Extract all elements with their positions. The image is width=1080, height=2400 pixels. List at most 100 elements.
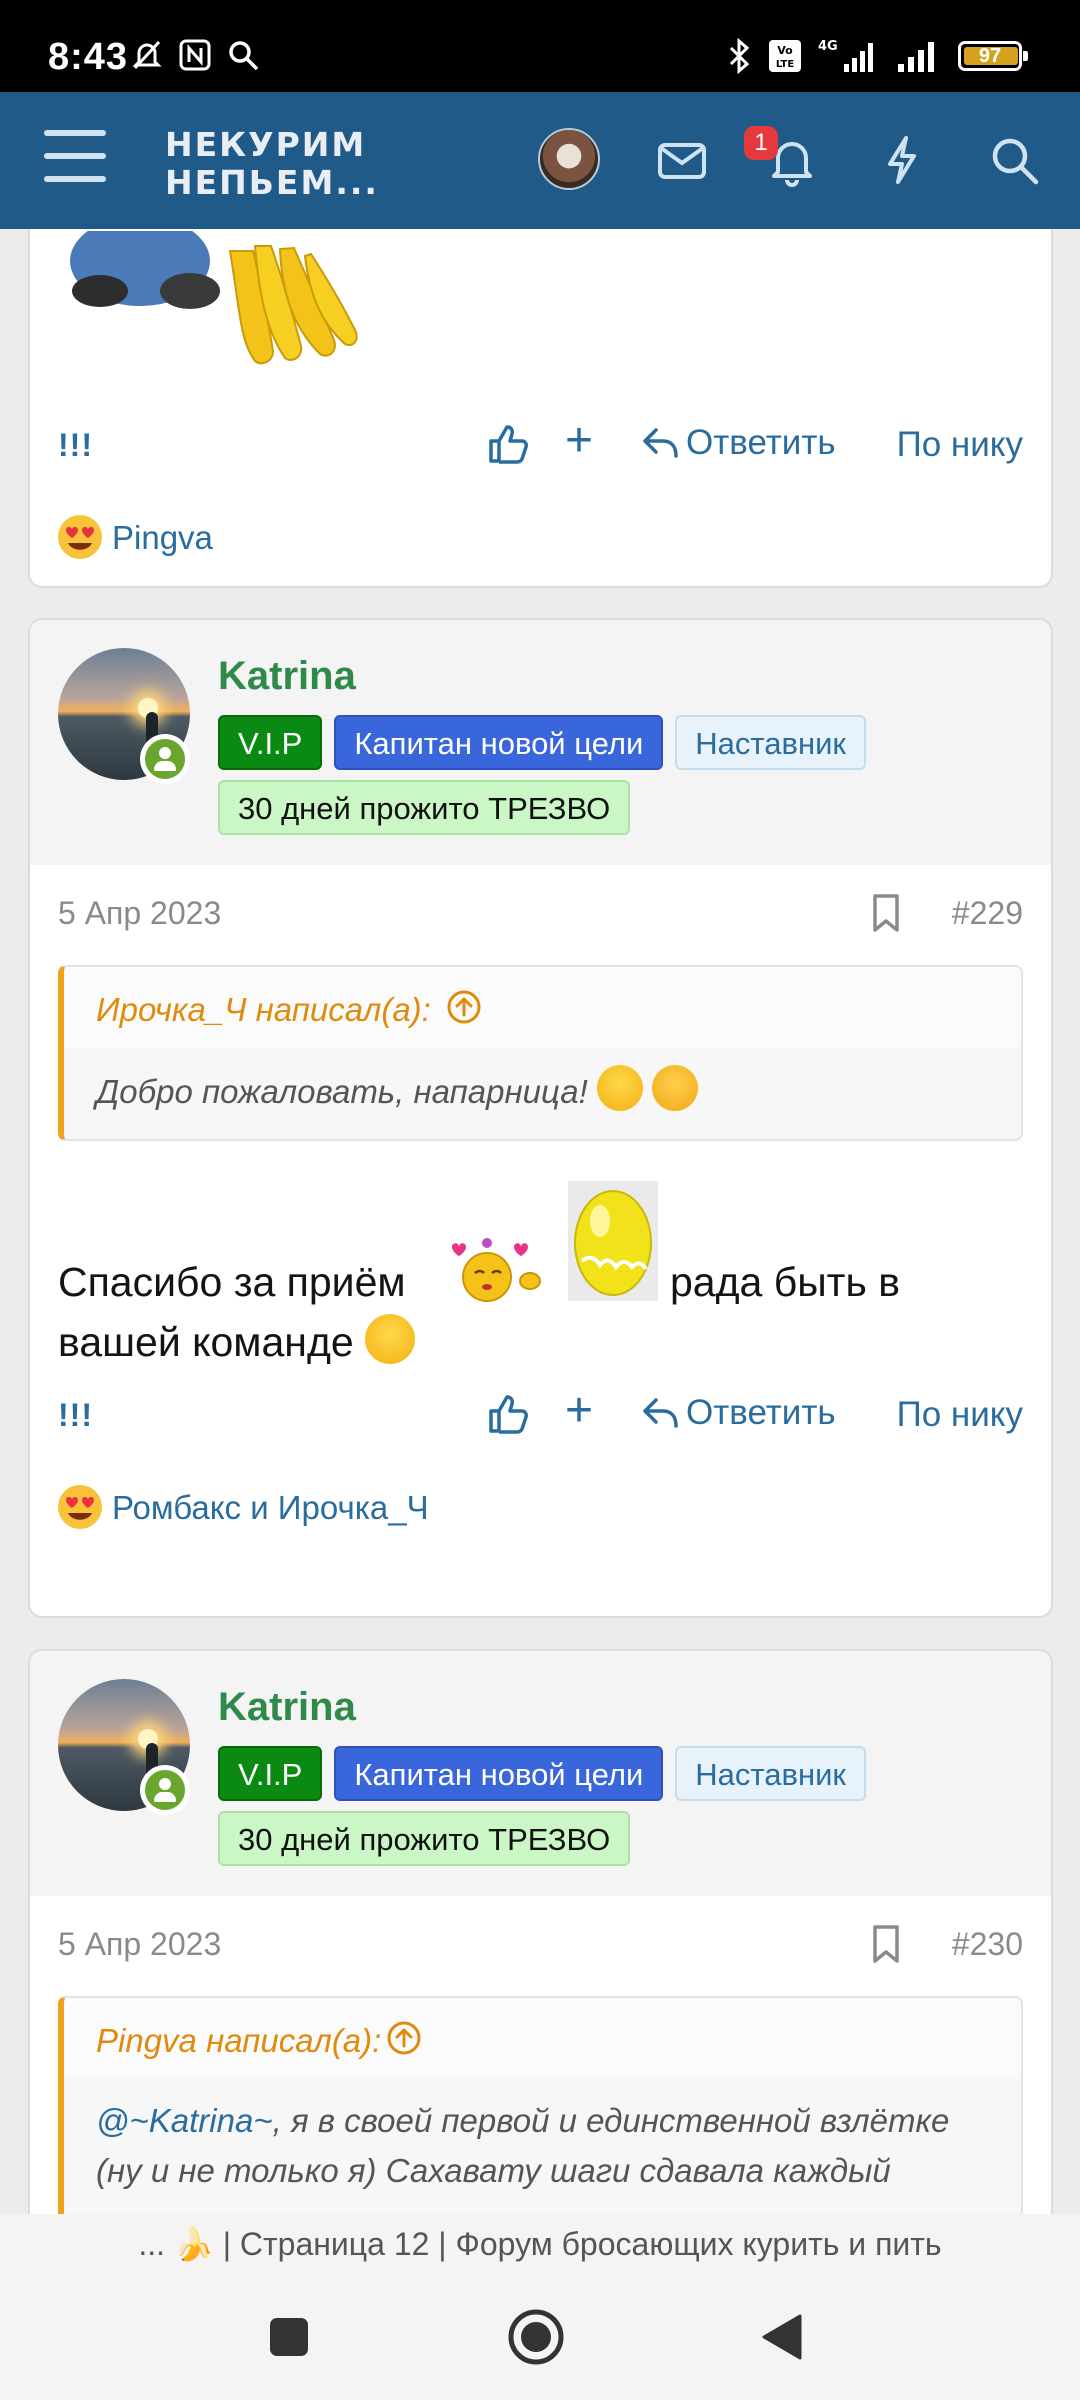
status-time: 8:43: [48, 36, 129, 78]
signal-4g-icon: 4G: [818, 39, 873, 72]
svg-text:Vo: Vo: [777, 44, 793, 57]
like-icon[interactable]: [485, 1391, 531, 1437]
reply-icon: [643, 1398, 678, 1428]
svg-text:LTE: LTE: [776, 59, 795, 70]
reaction-summary[interactable]: Ромбакс и Ирочка_Ч: [30, 1471, 1051, 1561]
user-avatar[interactable]: [538, 128, 600, 190]
reaction-users: Pingva: [112, 519, 213, 556]
post-message: Спасибо за приём рада быть в вашей коман…: [30, 1181, 1051, 1371]
back-icon[interactable]: [760, 2312, 804, 2362]
reply-button[interactable]: Ответить: [642, 423, 836, 463]
by-nick-button[interactable]: По нику: [897, 425, 1023, 465]
exclaim-button[interactable]: !!!: [58, 427, 93, 464]
arrow-up-circle-icon[interactable]: [446, 989, 482, 1025]
quote-text-line-2: (ну и не только я) Сахавату шаги сдавала…: [96, 2152, 891, 2189]
heart-eyes-emoji-icon: [58, 515, 102, 559]
status-right-icons: Vo LTE 4G 97: [724, 38, 1028, 74]
badge-30-days: 30 дней прожито ТРЕЗВО: [218, 1811, 631, 1866]
battery-icon: 97: [958, 41, 1028, 71]
by-nick-button[interactable]: По нику: [897, 1395, 1023, 1435]
post-author-header: Katrina V.I.P Капитан новой цели Наставн…: [30, 620, 1051, 865]
author-name[interactable]: Katrina: [218, 1685, 356, 1730]
badge-vip: V.I.P: [218, 1746, 323, 1801]
reply-label: Ответить: [686, 423, 836, 462]
post-meta: 5 Апр 2023 #230: [30, 1896, 1051, 1996]
quote-author[interactable]: Ирочка_Ч написал(а):: [96, 991, 431, 1029]
post-author-header: Katrina V.I.P Капитан новой цели Наставн…: [30, 1651, 1051, 1896]
author-badges: V.I.P Капитан новой цели Наставник 30 дн…: [218, 1746, 938, 1866]
post-meta: 5 Апр 2023 #229: [30, 865, 1051, 965]
recents-icon[interactable]: [268, 2316, 310, 2358]
quote-block: Pingva написал(а): @~Katrina~, я в своей…: [58, 1996, 1023, 2214]
svg-text:4G: 4G: [818, 39, 838, 54]
add-reaction-button[interactable]: +: [565, 413, 593, 468]
post-actions: !!! + Ответить По нику: [30, 401, 1051, 491]
message-line-1-start: Спасибо за приём: [58, 1259, 406, 1305]
mute-bell-icon: [132, 40, 162, 70]
quote-header: Pingva написал(а):: [64, 1998, 1021, 2078]
quote-header: Ирочка_Ч написал(а):: [64, 967, 1021, 1047]
add-reaction-button[interactable]: +: [565, 1383, 593, 1438]
post-number[interactable]: #230: [952, 1926, 1023, 1963]
quote-mention[interactable]: @~Katrina~: [96, 2102, 273, 2139]
author-badges: V.I.P Капитан новой цели Наставник 30 дн…: [218, 715, 938, 835]
volte-icon: Vo LTE: [769, 40, 801, 72]
online-status-icon: [140, 734, 190, 784]
quote-text: Добро пожаловать, напарница!: [64, 1047, 1021, 1139]
post-229: Katrina V.I.P Капитан новой цели Наставн…: [28, 618, 1053, 1618]
search-icon[interactable]: [984, 130, 1044, 190]
post-date[interactable]: 5 Апр 2023: [58, 895, 221, 932]
site-logo[interactable]: НЕКУРИМ НЕПЬЕМ...: [165, 126, 379, 202]
system-nav-bar: [0, 2274, 1080, 2400]
signal-icon: [898, 42, 934, 72]
message-line-2-text: вашей команде: [58, 1319, 354, 1365]
thread-content: !!! + Ответить По нику Pingva Katrina V.…: [0, 229, 1080, 2214]
status-bar: 8:43 Vo LTE 4G 97: [0, 0, 1080, 92]
lightning-icon[interactable]: [872, 130, 932, 190]
menu-icon[interactable]: [44, 130, 106, 184]
reply-button[interactable]: Ответить: [642, 1393, 836, 1433]
author-name[interactable]: Katrina: [218, 654, 356, 699]
search-status-icon: [229, 41, 259, 71]
quote-block: Ирочка_Ч написал(а): Добро пожаловать, н…: [58, 965, 1023, 1141]
quote-text: @~Katrina~, я в своей первой и единствен…: [64, 2078, 1021, 2214]
bookmark-icon[interactable]: [870, 1924, 902, 1964]
message-line-1-end: рада быть в: [670, 1259, 900, 1305]
quote-author[interactable]: Pingva написал(а):: [96, 2022, 381, 2060]
bookmark-icon[interactable]: [870, 893, 902, 933]
quote-text-content: Добро пожаловать, напарница!: [96, 1073, 588, 1110]
hugging-emoji-icon: [596, 1065, 643, 1111]
like-icon[interactable]: [485, 421, 531, 467]
post-230: Katrina V.I.P Капитан новой цели Наставн…: [28, 1649, 1053, 2214]
post-date[interactable]: 5 Апр 2023: [58, 1926, 221, 1963]
exclaim-button[interactable]: !!!: [58, 1397, 93, 1434]
mail-icon[interactable]: [652, 130, 712, 190]
reply-icon: [643, 428, 678, 458]
online-status-icon: [140, 1765, 190, 1815]
yellow-egg-sticker: [568, 1181, 658, 1301]
post-number[interactable]: #229: [952, 895, 1023, 932]
battery-level: 97: [978, 45, 1002, 67]
nfc-icon: [179, 39, 211, 71]
badge-mentor: Наставник: [675, 715, 866, 770]
heart-eyes-emoji-icon: [58, 1485, 102, 1529]
post-228: !!! + Ответить По нику Pingva: [28, 229, 1053, 588]
reaction-summary[interactable]: Pingva: [30, 501, 1051, 586]
badge-vip: V.I.P: [218, 715, 323, 770]
notification-badge: 1: [744, 126, 778, 160]
logo-line-2: НЕПЬЕМ...: [165, 163, 379, 202]
badge-30-days: 30 дней прожито ТРЕЗВО: [218, 780, 631, 835]
home-icon[interactable]: [506, 2307, 566, 2367]
app-header: НЕКУРИМ НЕПЬЕМ... 1: [0, 92, 1080, 229]
status-left-icons: [130, 38, 260, 72]
quote-text-line-1: , я в своей первой и единственной взлётк…: [272, 2102, 950, 2139]
logo-line-1: НЕКУРИМ: [165, 125, 367, 164]
page-title-bar: ... 🍌 | Страница 12 | Форум бросающих ку…: [0, 2214, 1080, 2274]
message-line-2: вашей команде: [58, 1311, 416, 1373]
arrow-up-circle-icon[interactable]: [386, 2020, 422, 2056]
badge-captain: Капитан новой цели: [334, 1746, 664, 1801]
reply-label: Ответить: [686, 1393, 836, 1432]
badge-captain: Капитан новой цели: [334, 715, 664, 770]
smiling-hearts-emoji-icon: [652, 1065, 699, 1111]
post-actions: !!! + Ответить По нику: [30, 1371, 1051, 1461]
